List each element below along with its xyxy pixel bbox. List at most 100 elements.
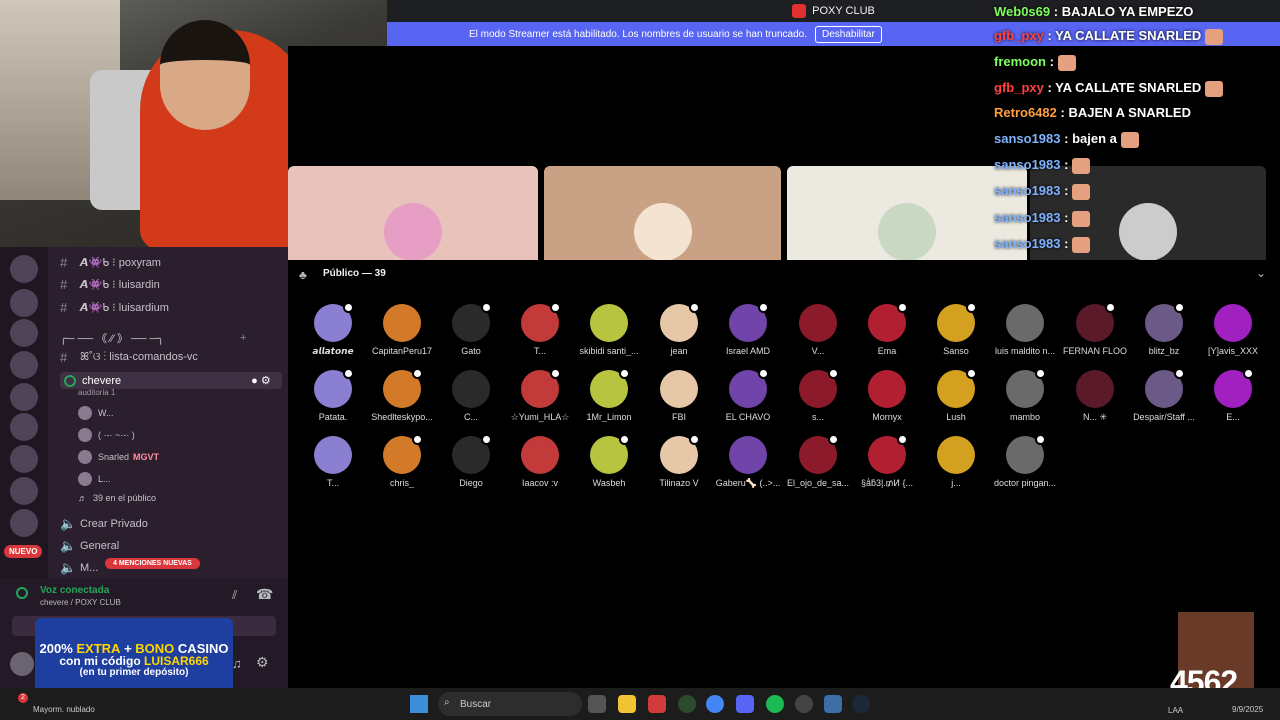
stage-member[interactable]: ( ·-· ~·-· ) [78, 428, 135, 442]
audience-member[interactable]: V... [784, 304, 852, 356]
audience-member[interactable]: Sanso [922, 302, 990, 356]
audience-member[interactable]: C... [437, 370, 505, 422]
audience-member[interactable]: Shedlteskypo... [368, 368, 436, 422]
audience-member[interactable]: Tilinazo V [645, 434, 713, 488]
chat-message: Retro6482 : BAJEN A SNARLED [994, 105, 1191, 120]
audience-member[interactable]: Israel AMD [714, 302, 782, 356]
audience-member[interactable]: blitz_bz [1130, 302, 1198, 356]
stage-channel-name: chevere [82, 374, 122, 387]
avatar [383, 368, 423, 408]
channel-poxyram[interactable]: # 𝘼👾ᑲ ⁝ poxyram [60, 255, 161, 270]
audience-member[interactable]: EL CHAVO [714, 368, 782, 422]
add-channel-icon[interactable]: + [240, 332, 246, 344]
app-icon[interactable] [648, 695, 666, 713]
avatar [1214, 368, 1254, 408]
channel-lista-comandos[interactable]: # ꕤ˚ଓ ⁝ lista-comandos-vc [60, 350, 198, 365]
audience-member-name: CapitanPeru17 [371, 346, 433, 356]
stage-member[interactable]: Snarled MGVT [78, 450, 159, 464]
obs-icon[interactable] [795, 695, 813, 713]
spotify-icon[interactable] [766, 695, 784, 713]
stage-member[interactable]: W... [78, 406, 114, 420]
mentions-badge[interactable]: 4 MENCIONES NUEVAS [105, 558, 200, 569]
avatar [521, 436, 559, 474]
audience-member[interactable]: N... ✳ [1061, 370, 1129, 423]
avatar [521, 302, 561, 342]
collapse-chevron-icon[interactable]: ⌄ [1256, 266, 1266, 280]
audience-member[interactable]: Wasbeh [575, 434, 643, 488]
audience-member[interactable]: [Y]avis_XXX [1199, 304, 1267, 356]
stage-actions-icon[interactable]: ● ⚙ [251, 374, 271, 387]
xbox-icon[interactable] [678, 695, 696, 713]
audience-member[interactable]: luis maldito n... [991, 304, 1059, 356]
channel-luisardin[interactable]: # 𝘼👾ᑲ ⁝ luisardin [60, 277, 160, 292]
audience-member[interactable]: Diego [437, 434, 505, 488]
steam-icon[interactable] [852, 695, 870, 713]
headphones-icon[interactable]: ♫ [232, 656, 242, 671]
audience-member[interactable]: Patata. [299, 368, 367, 422]
audience-member-name: T... [326, 478, 339, 488]
audience-member[interactable]: T... [299, 436, 367, 488]
audience-member[interactable]: El_ojo_de_sa... [784, 434, 852, 488]
taskbar-date[interactable]: 9/9/2025 [1232, 705, 1263, 714]
audience-member[interactable]: 𝙖𝙡𝙡𝙖𝙩𝙤𝙣𝙚 [299, 302, 367, 357]
window-title: POXY CLUB [812, 5, 875, 17]
notepad-icon[interactable] [824, 695, 842, 713]
settings-gear-icon[interactable]: ⚙ [256, 654, 269, 671]
audience-member[interactable]: Despair/Staff ... [1130, 368, 1198, 422]
audience-member[interactable]: Lush [922, 368, 990, 422]
stage-channel[interactable]: chevere ● ⚙ [60, 372, 282, 389]
muted-icon [550, 368, 561, 379]
audience-member[interactable]: Gato [437, 302, 505, 356]
user-avatar[interactable] [10, 652, 34, 676]
audience-count[interactable]: ♬ 39 en el público [78, 493, 156, 503]
file-explorer-icon[interactable] [618, 695, 636, 713]
audience-member[interactable]: j... [922, 436, 990, 488]
audience-member[interactable]: Ema [853, 302, 921, 356]
audience-member-name: T... [533, 346, 546, 356]
audience-member[interactable]: s... [784, 368, 852, 422]
voice-channel[interactable]: 🔈 General [60, 538, 119, 554]
audience-member[interactable]: skibidi santi_... [575, 304, 643, 356]
audience-member[interactable]: FBI [645, 370, 713, 422]
voice-channel[interactable]: 🔈 M... [60, 560, 98, 576]
audience-member[interactable]: chris_ [368, 434, 436, 488]
audience-member[interactable]: FERNAN FLOO [1061, 302, 1129, 356]
audience-member-name: Sanso [943, 346, 969, 356]
audience-member[interactable]: ☆Yumi_HLA☆ [506, 368, 574, 423]
audience-member[interactable]: doctor pingan... [991, 434, 1059, 488]
chat-username: Web0s69 [994, 4, 1051, 19]
headset-icon: ♬ [78, 493, 87, 503]
avatar [937, 302, 977, 342]
audience-member[interactable]: T... [506, 302, 574, 356]
chrome-icon[interactable] [706, 695, 724, 713]
avatar [78, 472, 92, 486]
audience-member-name: [Y]avis_XXX [1207, 346, 1259, 356]
category-header[interactable]: ╭─ ── 《 ⁄⁄ 》 ── ─╮ + [60, 330, 246, 346]
audience-member[interactable]: mambo [991, 368, 1059, 422]
disable-streamer-button[interactable]: Deshabilitar [814, 25, 882, 43]
voice-channel[interactable]: 🔈 Crear Privado [60, 516, 148, 532]
avatar [590, 434, 630, 474]
windows-start-icon[interactable] [410, 695, 428, 713]
keyboard-lang[interactable]: LAA [1168, 706, 1183, 715]
muted-icon [481, 434, 492, 445]
audience-member[interactable]: §ǻƃ3|.₥Ͷ {... [853, 434, 921, 489]
audience-member[interactable]: Iaacov :v [506, 436, 574, 488]
task-view-icon[interactable] [588, 695, 606, 713]
stage-member[interactable]: L... [78, 472, 111, 486]
channel-luisardium[interactable]: # 𝘼👾ᑲ ⁝ luisardium [60, 300, 169, 315]
audience-member[interactable]: CapitanPeru17 [368, 304, 436, 356]
audience-member[interactable]: jean [645, 302, 713, 356]
chat-text: : [1064, 236, 1069, 251]
taskbar-search[interactable]: ⌕ Buscar [438, 692, 582, 716]
audience-member-name: EL CHAVO [725, 412, 771, 422]
audience-member-name: C... [463, 412, 478, 422]
audience-member[interactable]: 1Mr_Limon [575, 368, 643, 422]
chat-message: gfb_pxy : YA CALLATE SNARLED [994, 80, 1224, 97]
audience-member[interactable]: E... [1199, 368, 1267, 422]
discord-icon[interactable] [736, 695, 754, 713]
audience-member[interactable]: Gaberu🦴 (..>... [714, 436, 782, 489]
disconnect-icon[interactable]: ☎ [256, 586, 273, 603]
audience-member[interactable]: Mornyx [853, 370, 921, 422]
noise-suppression-icon[interactable]: ⫽ [232, 588, 237, 603]
